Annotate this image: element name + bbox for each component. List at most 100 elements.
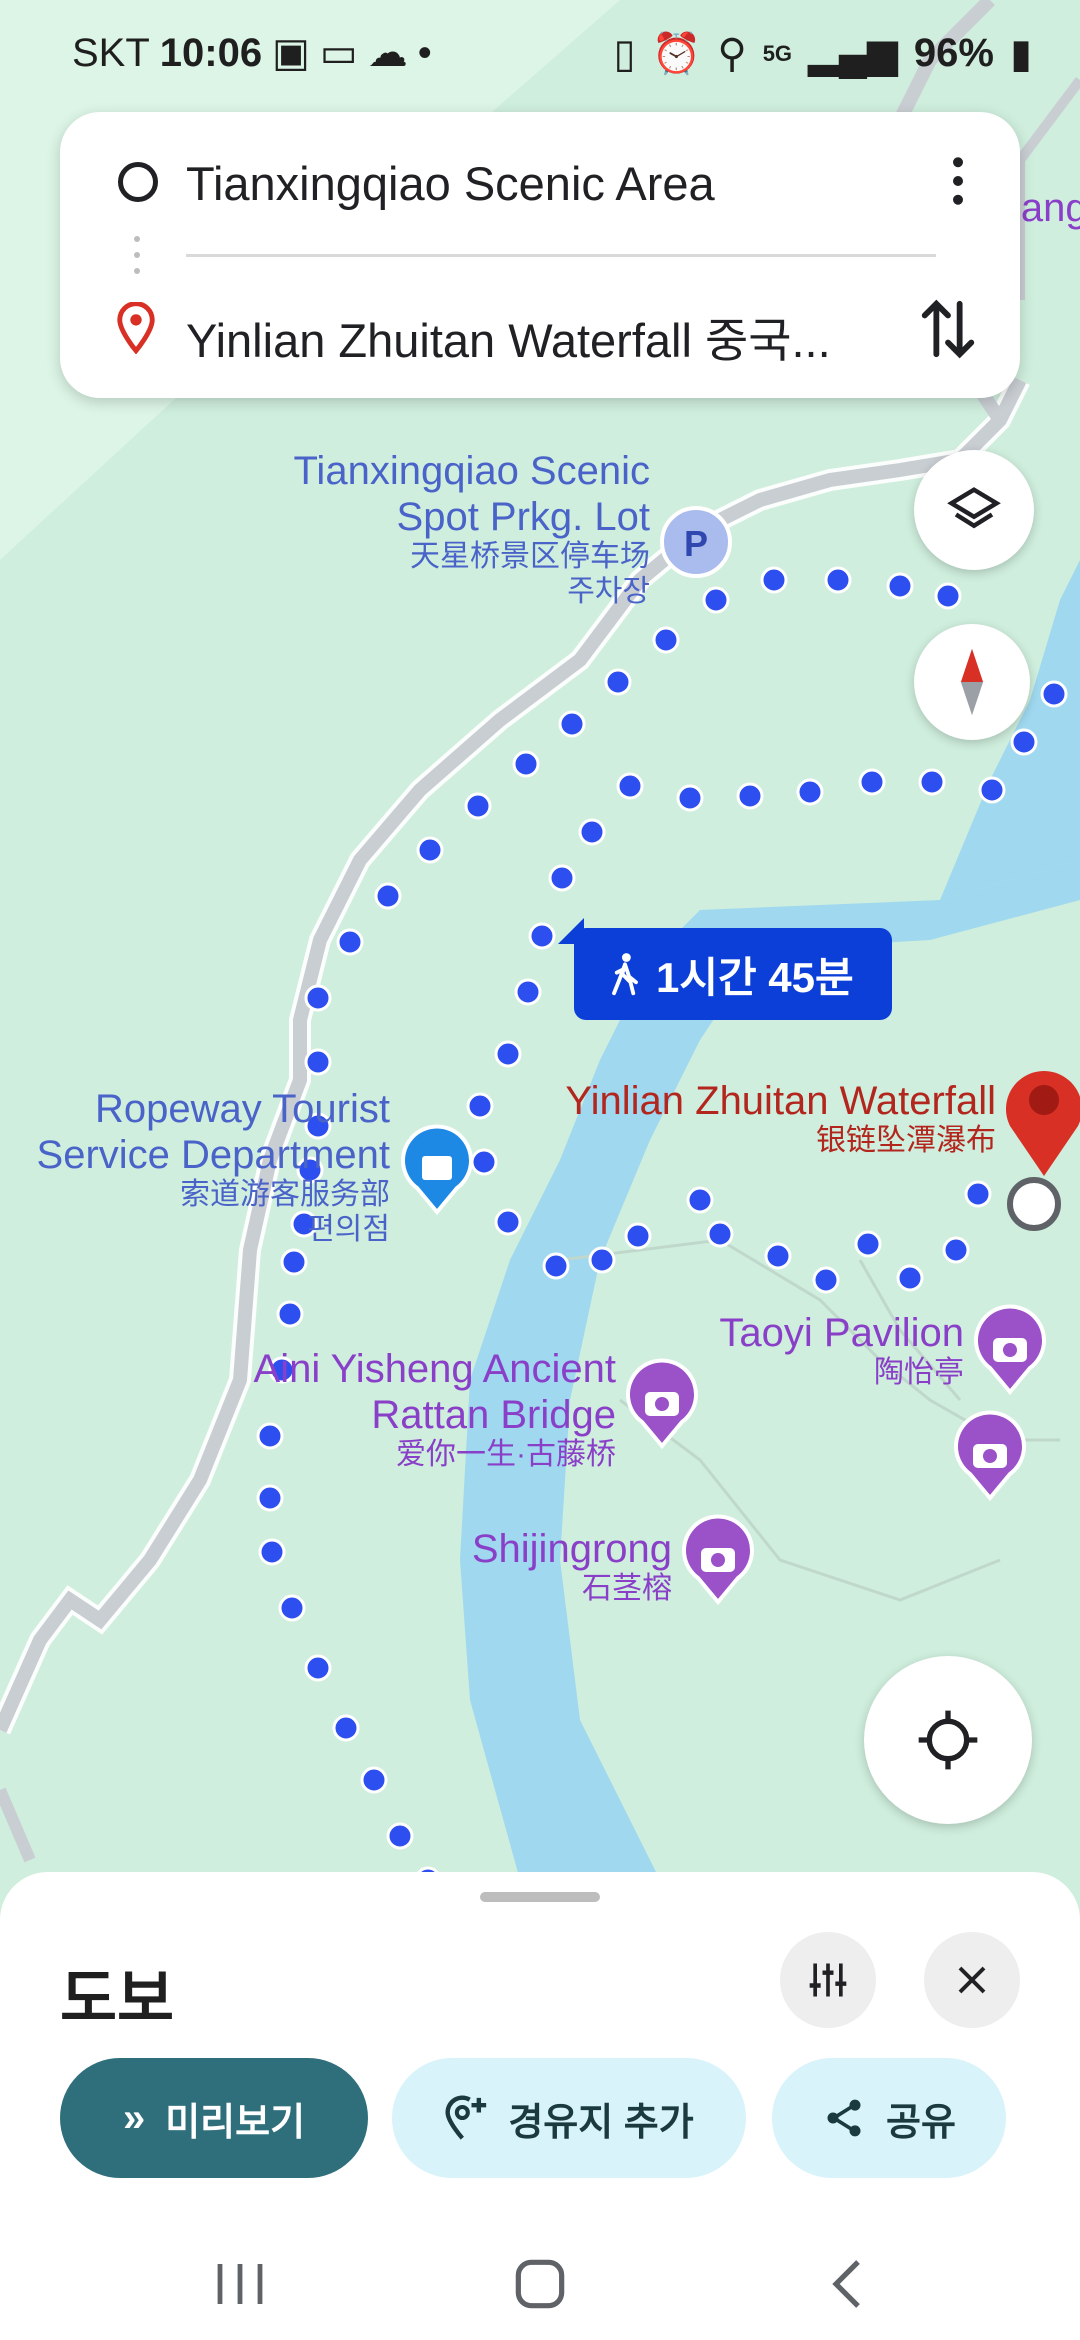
route-dot — [470, 1148, 498, 1176]
route-dot — [360, 1766, 388, 1794]
route-card: Tianxingqiao Scenic Area Yinlian Zhuitan… — [60, 112, 1020, 398]
walking-icon — [612, 953, 638, 996]
route-dot — [1040, 680, 1068, 708]
route-dot — [464, 792, 492, 820]
route-dot — [858, 768, 886, 796]
more-options-icon[interactable] — [948, 156, 968, 206]
route-dot — [604, 668, 632, 696]
preview-button[interactable]: » 미리보기 — [60, 2058, 368, 2178]
route-dot — [416, 836, 444, 864]
route-dot — [578, 818, 606, 846]
my-location-button[interactable] — [864, 1656, 1032, 1824]
route-dot — [514, 978, 542, 1006]
label-taoyi-pavilion[interactable]: Taoyi Pavilion 陶怡亭 — [719, 1310, 964, 1391]
route-dot — [812, 1266, 840, 1294]
close-button[interactable] — [924, 1932, 1020, 2028]
compass-button[interactable] — [914, 624, 1030, 740]
route-dot — [542, 1252, 570, 1280]
layers-icon — [947, 487, 1001, 529]
travel-mode-title: 도보 — [60, 1965, 175, 2034]
route-dot — [652, 626, 680, 654]
route-dot — [278, 1594, 306, 1622]
route-dot — [978, 776, 1006, 804]
label-waterfall[interactable]: Yinlian Zhuitan Waterfall 银链坠潭瀑布 — [565, 1078, 996, 1159]
clock: 10:06 — [159, 30, 263, 75]
tune-icon — [809, 1963, 847, 1997]
route-dot — [558, 710, 586, 738]
battery-saver-icon: ▯ — [613, 31, 636, 76]
divider — [186, 254, 936, 257]
route-dot — [258, 1538, 286, 1566]
layers-button[interactable] — [914, 450, 1034, 570]
back-icon[interactable] — [830, 2258, 866, 2310]
swap-icon[interactable] — [920, 296, 976, 362]
route-dot — [304, 984, 332, 1012]
route-dot — [336, 928, 364, 956]
route-dot — [676, 784, 704, 812]
parking-icon: P — [660, 506, 732, 578]
route-dot — [886, 572, 914, 600]
route-dot — [760, 566, 788, 594]
route-dot — [896, 1264, 924, 1292]
route-dot — [854, 1230, 882, 1258]
route-dot — [796, 778, 824, 806]
route-dot — [736, 782, 764, 810]
battery-percent: 96% — [913, 31, 994, 75]
route-dot — [824, 566, 852, 594]
double-chevron-icon: » — [122, 2095, 146, 2140]
carrier: SKT — [72, 30, 150, 75]
route-dot — [964, 1180, 992, 1208]
network-type: 5G — [762, 40, 793, 66]
cloud-icon: ☁ — [367, 31, 408, 75]
label-shijingrong[interactable]: Shijingrong 石茎榕 — [472, 1526, 672, 1607]
route-dot — [934, 582, 962, 610]
add-stop-button[interactable]: 경유지 추가 — [392, 2058, 746, 2178]
eta-label: 1시간 45분 — [656, 953, 854, 1001]
route-dot — [466, 1092, 494, 1120]
route-dot — [624, 1222, 652, 1250]
route-dot — [528, 922, 556, 950]
route-dot — [280, 1248, 308, 1276]
route-dot — [706, 1220, 734, 1248]
recent-apps-icon[interactable] — [214, 2260, 266, 2308]
preview-label: 미리보기 — [165, 2101, 306, 2144]
system-nav-bar — [0, 2220, 1080, 2340]
label-ropeway[interactable]: Ropeway Tourist Service Department 索道游客服… — [37, 1086, 390, 1247]
route-options-button[interactable] — [780, 1932, 876, 2028]
route-dot — [764, 1242, 792, 1270]
origin-field[interactable]: Tianxingqiao Scenic Area — [186, 156, 715, 211]
label-parking-lot[interactable]: Tianxingqiao Scenic Spot Prkg. Lot 天星桥景区… — [293, 448, 650, 609]
compass-icon — [960, 648, 984, 716]
eta-bubble[interactable]: 1시간 45분 — [558, 918, 892, 1020]
route-dot — [548, 864, 576, 892]
voicemail-icon: ▭ — [319, 31, 358, 75]
status-bar: SKT 10:06 ▣ ▭ ☁ • ▯ ⏰ ⚲ 5G ▂▄▆ 96% ▮ — [0, 0, 1080, 110]
route-dot — [304, 1654, 332, 1682]
route-dot — [374, 882, 402, 910]
route-dot — [588, 1246, 616, 1274]
route-dot — [304, 1048, 332, 1076]
dot-icon: • — [417, 30, 432, 75]
svg-text:P: P — [684, 523, 708, 564]
route-dot — [1010, 728, 1038, 756]
route-dot — [918, 768, 946, 796]
origin-circle-icon — [118, 162, 158, 202]
route-dot — [494, 1208, 522, 1236]
label-aini-bridge[interactable]: Aini Yisheng Ancient Rattan Bridge 爱你一生·… — [254, 1346, 616, 1473]
share-label: 공유 — [886, 2101, 956, 2144]
route-dot — [386, 1822, 414, 1850]
share-button[interactable]: 공유 — [772, 2058, 1006, 2178]
add-stop-label: 경유지 추가 — [508, 2101, 694, 2144]
route-dot — [942, 1236, 970, 1264]
battery-icon: ▮ — [1009, 31, 1032, 76]
route-dot — [276, 1300, 304, 1328]
drag-handle[interactable] — [480, 1892, 600, 1902]
home-icon[interactable] — [514, 2258, 566, 2310]
gallery-icon: ▣ — [272, 31, 310, 75]
route-dot — [512, 750, 540, 778]
my-location-icon — [918, 1710, 978, 1770]
destination-field[interactable]: Yinlian Zhuitan Waterfall 중국... — [186, 302, 831, 371]
route-dot — [616, 772, 644, 800]
destination-marker-icon — [117, 302, 155, 354]
route-dots-icon — [134, 236, 140, 286]
